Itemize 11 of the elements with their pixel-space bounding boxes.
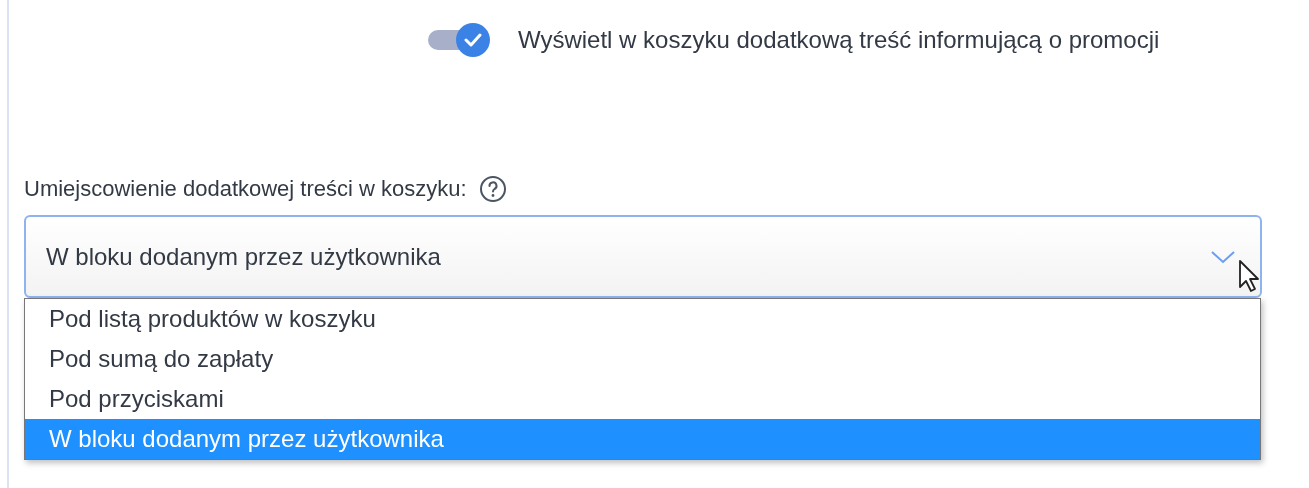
dropdown-option[interactable]: Pod przyciskami	[25, 379, 1260, 419]
toggle-switch[interactable]	[428, 23, 490, 57]
select-field[interactable]: W bloku dodanym przez użytkownika	[24, 215, 1262, 298]
checkmark-icon	[464, 33, 482, 47]
dropdown-option[interactable]: Pod sumą do zapłaty	[25, 339, 1260, 379]
help-icon	[478, 174, 507, 203]
toggle-label: Wyświetl w koszyku dodatkową treść informującą o promocji	[518, 25, 1160, 55]
field-label: Umiejscowienie dodatkowej treści w koszyku:	[24, 175, 467, 203]
dropdown-option[interactable]: Pod listą produktów w koszyku	[25, 299, 1260, 339]
chevron-down-icon	[1210, 249, 1236, 264]
cursor-icon	[1238, 259, 1260, 293]
